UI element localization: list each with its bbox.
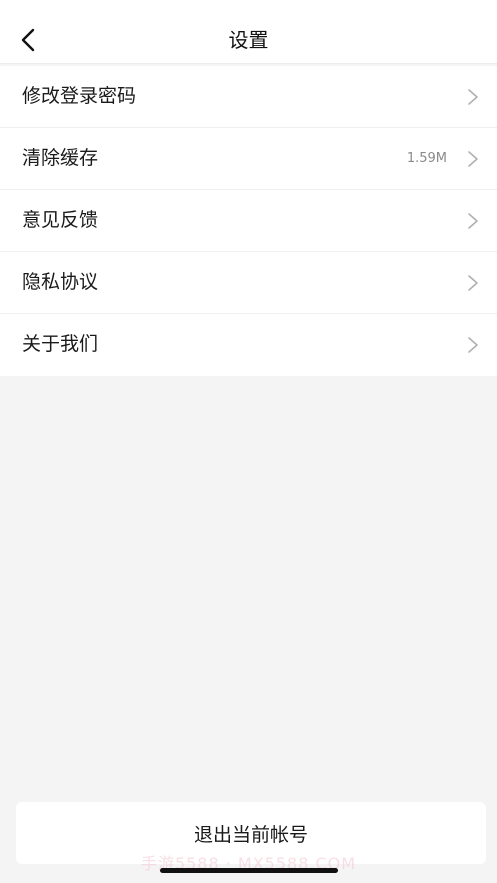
logout-label: 退出当前帐号 [193,823,308,846]
settings-item-change-password[interactable]: 修改登录密码 [0,66,497,128]
settings-item-label: 关于我们 [22,333,99,355]
settings-list: 修改登录密码 清除缓存 1.59M 意见反馈 隐私协议 关于我们 [0,66,497,376]
settings-item-privacy[interactable]: 隐私协议 [0,252,497,314]
settings-item-label: 清除缓存 [22,147,99,169]
home-indicator [160,868,338,873]
settings-item-feedback[interactable]: 意见反馈 [0,190,497,252]
chevron-right-icon [467,88,479,106]
nav-bar: 设置 [0,0,497,64]
page-title: 设置 [228,28,269,52]
chevron-right-icon [467,336,479,354]
settings-item-clear-cache[interactable]: 清除缓存 1.59M [0,128,497,190]
settings-screen: 设置 修改登录密码 清除缓存 1.59M 意见反馈 隐私协议 关于我们 退出当前… [0,0,497,883]
chevron-right-icon [467,150,479,168]
chevron-right-icon [467,212,479,230]
settings-item-label: 意见反馈 [22,209,99,231]
settings-item-label: 修改登录密码 [22,85,137,107]
cache-size-value: 1.59M [406,151,447,166]
chevron-right-icon [467,274,479,292]
settings-item-label: 隐私协议 [22,271,99,293]
settings-item-about[interactable]: 关于我们 [0,314,497,376]
